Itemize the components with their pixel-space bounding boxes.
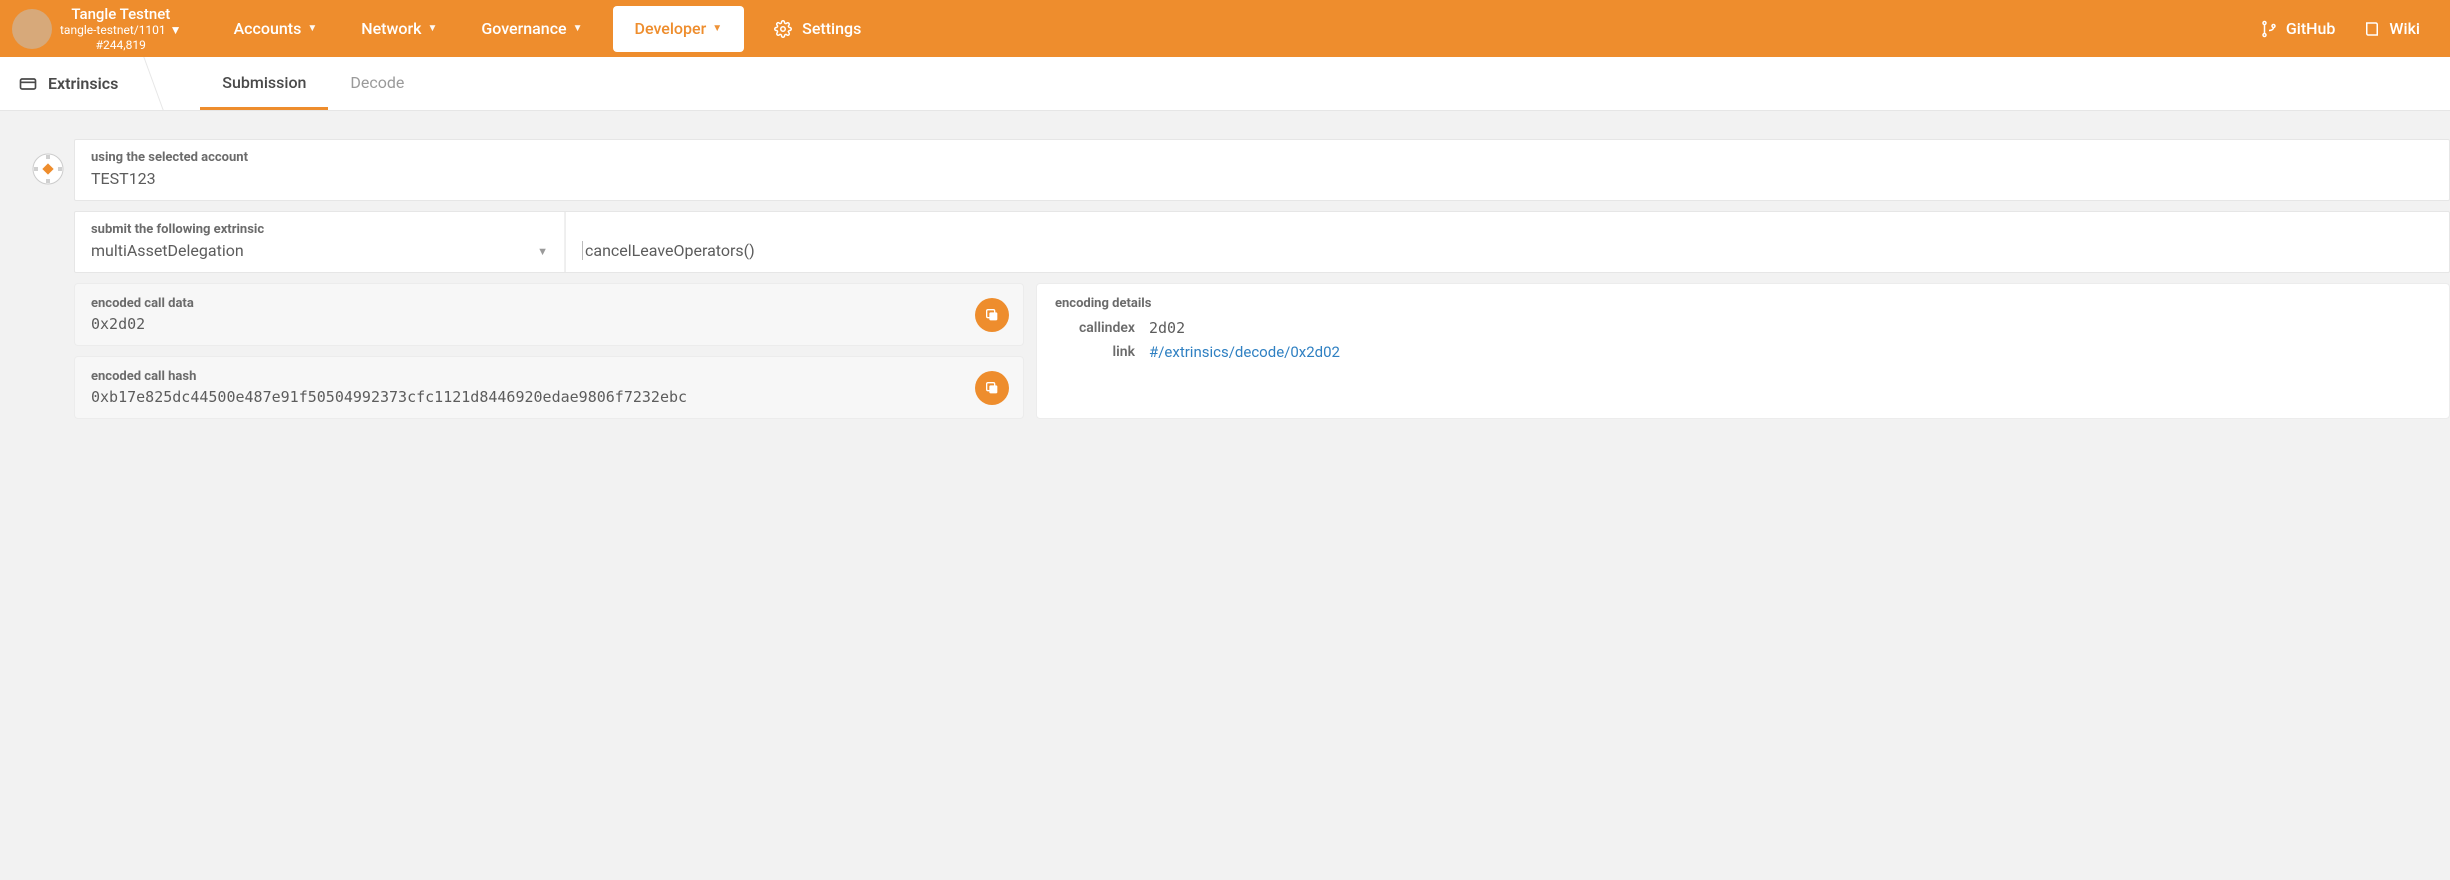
tab-submission-label: Submission bbox=[222, 73, 306, 92]
encoded-call-data-label: encoded call data bbox=[91, 296, 1007, 311]
nav-settings[interactable]: Settings bbox=[752, 0, 883, 57]
pallet-value: multiAssetDelegation bbox=[91, 241, 548, 260]
copy-icon bbox=[984, 380, 1000, 396]
decode-link[interactable]: #/extrinsics/decode/0x2d02 bbox=[1149, 343, 2431, 361]
decode-link-label: link bbox=[1055, 344, 1135, 360]
nav-accounts[interactable]: Accounts ▼ bbox=[212, 0, 340, 57]
top-nav: Tangle Testnet tangle-testnet/1101 ▼ #24… bbox=[0, 0, 2450, 57]
chevron-down-icon: ▼ bbox=[712, 23, 722, 34]
content-area: using the selected account TEST123 submi… bbox=[0, 111, 2450, 419]
chevron-down-icon: ▼ bbox=[307, 23, 317, 34]
copy-call-hash-button[interactable] bbox=[975, 371, 1009, 405]
copy-call-data-button[interactable] bbox=[975, 298, 1009, 332]
encoding-details-box: encoding details callindex 2d02 link #/e… bbox=[1036, 283, 2450, 419]
chevron-down-icon: ▼ bbox=[427, 23, 437, 34]
nav-developer-label: Developer bbox=[635, 19, 707, 38]
nav-accounts-label: Accounts bbox=[234, 19, 302, 38]
link-github-label: GitHub bbox=[2286, 19, 2336, 38]
block-number: #244,819 bbox=[60, 38, 182, 52]
account-identicon[interactable] bbox=[32, 153, 64, 185]
tab-decode-label: Decode bbox=[350, 73, 404, 92]
pallet-selector[interactable]: submit the following extrinsic multiAsse… bbox=[75, 212, 565, 272]
account-value: TEST123 bbox=[91, 169, 2433, 188]
chevron-down-icon: ▼ bbox=[170, 23, 182, 37]
copy-icon bbox=[984, 307, 1000, 323]
tab-decode[interactable]: Decode bbox=[328, 57, 426, 110]
chain-name: Tangle Testnet bbox=[60, 5, 182, 23]
section-title: Extrinsics bbox=[48, 74, 118, 93]
link-github[interactable]: GitHub bbox=[2246, 19, 2350, 38]
encoded-call-data-value: 0x2d02 bbox=[91, 315, 1007, 333]
extrinsic-label: submit the following extrinsic bbox=[91, 222, 548, 237]
account-selector[interactable]: using the selected account TEST123 bbox=[74, 139, 2450, 201]
git-branch-icon bbox=[2260, 20, 2278, 38]
chain-logo bbox=[12, 9, 52, 49]
call-value: cancelLeaveOperators() bbox=[582, 241, 755, 260]
chevron-down-icon: ▼ bbox=[573, 23, 583, 34]
encoded-call-hash-label: encoded call hash bbox=[91, 369, 1007, 384]
link-wiki[interactable]: Wiki bbox=[2349, 19, 2434, 38]
callindex-label: callindex bbox=[1055, 320, 1135, 336]
tab-submission[interactable]: Submission bbox=[200, 57, 328, 110]
callindex-value: 2d02 bbox=[1149, 319, 2431, 337]
link-wiki-label: Wiki bbox=[2389, 19, 2420, 38]
nav-network-label: Network bbox=[361, 19, 421, 38]
nav-developer[interactable]: Developer ▼ bbox=[613, 6, 745, 52]
nav-governance[interactable]: Governance ▼ bbox=[459, 0, 604, 57]
extrinsics-icon bbox=[18, 74, 38, 94]
encoded-call-hash-value: 0xb17e825dc44500e487e91f50504992373cfc11… bbox=[91, 388, 1007, 406]
book-icon bbox=[2363, 20, 2381, 38]
call-selector[interactable]: cancelLeaveOperators() bbox=[565, 212, 2449, 272]
encoded-call-hash-box: encoded call hash 0xb17e825dc44500e487e9… bbox=[74, 356, 1024, 419]
nav-network[interactable]: Network ▼ bbox=[339, 0, 459, 57]
encoding-details-title: encoding details bbox=[1055, 296, 2431, 311]
sub-nav: Extrinsics Submission Decode bbox=[0, 57, 2450, 111]
nav-governance-label: Governance bbox=[481, 19, 566, 38]
chain-spec: tangle-testnet/1101 bbox=[60, 23, 166, 37]
section-header: Extrinsics bbox=[0, 57, 140, 110]
nav-settings-label: Settings bbox=[802, 19, 861, 38]
chain-selector[interactable]: Tangle Testnet tangle-testnet/1101 ▼ #24… bbox=[0, 0, 202, 57]
chevron-down-icon: ▼ bbox=[537, 245, 548, 258]
account-label: using the selected account bbox=[91, 150, 2433, 165]
encoded-call-data-box: encoded call data 0x2d02 bbox=[74, 283, 1024, 346]
gear-icon bbox=[774, 20, 792, 38]
